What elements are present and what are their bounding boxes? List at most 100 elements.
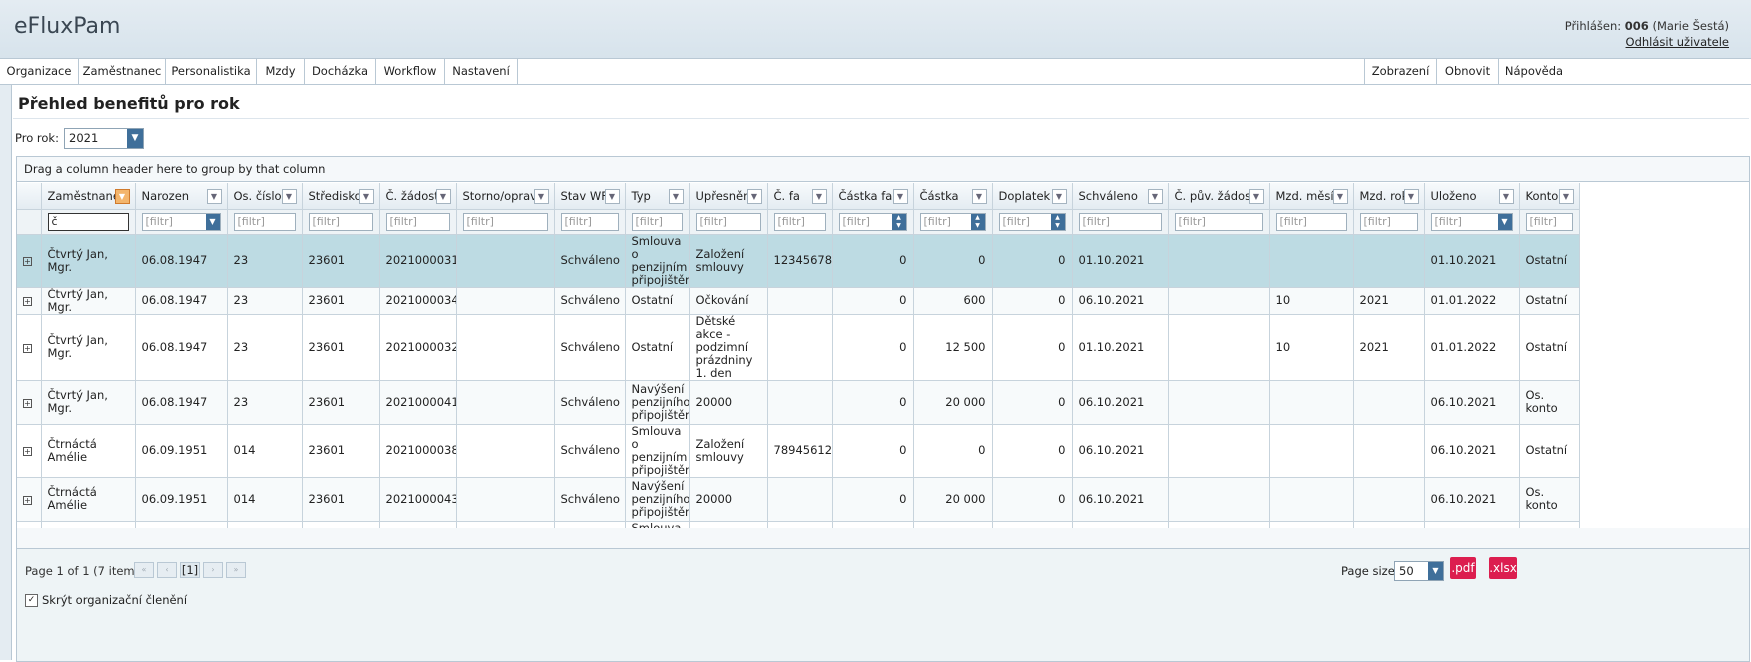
filter-input-c-zadosti[interactable]: [filtr] bbox=[385, 212, 450, 231]
column-header-storno-oprava[interactable]: Storno/oprava ▼ bbox=[456, 183, 555, 210]
sort-icon[interactable]: ▼ bbox=[281, 189, 297, 204]
sort-icon[interactable]: ▼ bbox=[1147, 189, 1163, 204]
menu-item-nastaveni[interactable]: Nastavení bbox=[445, 59, 518, 84]
sort-icon[interactable]: ▼ bbox=[1332, 189, 1348, 204]
expand-icon[interactable]: + bbox=[23, 398, 32, 408]
collapse-strip[interactable] bbox=[0, 85, 12, 660]
table-row[interactable]: + Čtrnáctá Amélie 06.09.1951 014 23601 202100… bbox=[17, 477, 1580, 522]
column-header-ulozeno[interactable]: Uloženo ▼ bbox=[1424, 183, 1520, 210]
year-select[interactable]: 2021 ▼ bbox=[64, 128, 144, 149]
sort-icon[interactable]: ▼ bbox=[1558, 189, 1574, 204]
table-row[interactable]: + Čtvrtý Jan, Mgr. 06.08.1947 23 23601 202100… bbox=[17, 380, 1580, 425]
sort-icon[interactable]: ▼ bbox=[206, 189, 222, 204]
chevron-down-icon[interactable]: ▼ bbox=[1497, 213, 1512, 230]
current-page[interactable]: [1] bbox=[180, 562, 200, 578]
last-page-icon[interactable]: » bbox=[226, 562, 246, 578]
filter-input-zamestnanec[interactable]: č bbox=[47, 212, 129, 231]
table-row[interactable]: + Čtrnáctá Amélie 06.09.1951 014 23601 202100… bbox=[17, 424, 1580, 478]
menu-item-organizace[interactable]: Organizace bbox=[0, 59, 79, 84]
first-page-icon[interactable]: « bbox=[134, 562, 154, 578]
filter-input-stav-wf[interactable]: [filtr] bbox=[560, 212, 619, 231]
sort-icon[interactable]: ▼ bbox=[971, 189, 987, 204]
menu-item-zobrazeni[interactable]: Zobrazení bbox=[1364, 59, 1436, 84]
spin-icon[interactable]: ▲ ▼ bbox=[1050, 213, 1065, 230]
sort-icon[interactable]: ▼ bbox=[811, 189, 827, 204]
table-row[interactable]: + Čtvrtý Jan, Mgr. 06.08.1947 23 23601 202100… bbox=[17, 234, 1580, 288]
next-page-icon[interactable]: › bbox=[203, 562, 223, 578]
sort-icon[interactable]: ▼ bbox=[1498, 189, 1514, 204]
menu-item-napoveda[interactable]: Nápověda bbox=[1498, 59, 1569, 84]
expand-icon[interactable]: + bbox=[23, 447, 32, 456]
export-pdf-button[interactable]: .pdf bbox=[1450, 557, 1476, 579]
filter-input-mzd-rok[interactable]: [filtr] bbox=[1359, 212, 1418, 231]
sort-icon[interactable]: ▼ bbox=[358, 189, 374, 204]
column-header-zamestnanec[interactable]: Zaměstnanec ▼ bbox=[41, 183, 136, 210]
filter-input-castka-fa[interactable]: [filtr] ▲ ▼ bbox=[838, 212, 907, 231]
chevron-down-icon[interactable]: ▼ bbox=[1428, 562, 1443, 580]
spin-icon[interactable]: ▲ ▼ bbox=[970, 213, 985, 230]
hide-org-checkbox[interactable]: ✓ bbox=[25, 594, 38, 607]
filter-input-konto[interactable]: [filtr] bbox=[1525, 212, 1573, 231]
expand-icon[interactable]: + bbox=[23, 257, 32, 266]
column-header-schvaleno[interactable]: Schváleno ▼ bbox=[1072, 183, 1169, 210]
filter-input-stredisko[interactable]: [filtr] bbox=[308, 212, 373, 231]
filter-input-c-puv-zadosti[interactable]: [filtr] bbox=[1174, 212, 1263, 231]
sort-icon[interactable]: ▼ bbox=[1051, 189, 1067, 204]
filter-input-narozen[interactable]: [filtr] ▼ bbox=[141, 212, 221, 231]
menu-item-obnovit[interactable]: Obnovit bbox=[1436, 59, 1498, 84]
prev-page-icon[interactable]: ‹ bbox=[157, 562, 177, 578]
filter-input-storno-oprava[interactable]: [filtr] bbox=[462, 212, 548, 231]
filter-input-upresneni[interactable]: [filtr] bbox=[695, 212, 761, 231]
column-header-castka[interactable]: Částka ▼ bbox=[913, 183, 993, 210]
export-xlsx-button[interactable]: .xlsx bbox=[1489, 557, 1517, 579]
menu-item-zamestnanec[interactable]: Zaměstnanec bbox=[79, 59, 166, 84]
column-header-castka-fa[interactable]: Částka fa ▼ bbox=[832, 183, 914, 210]
page-size-select[interactable]: 50 ▼ bbox=[1394, 561, 1444, 581]
column-header-doplatek[interactable]: Doplatek ▼ bbox=[992, 183, 1073, 210]
menu-item-mzdy[interactable]: Mzdy bbox=[257, 59, 305, 84]
filter-input-typ[interactable]: [filtr] bbox=[631, 212, 683, 231]
cell-narozen: 06.08.1947 bbox=[135, 287, 228, 315]
table-row[interactable]: + Čtvrtý Jan, Mgr. 06.08.1947 23 23601 202100… bbox=[17, 314, 1580, 381]
column-header-stredisko[interactable]: Středisko ▼ bbox=[302, 183, 380, 210]
column-header-typ[interactable]: Typ ▼ bbox=[625, 183, 690, 210]
column-header-narozen[interactable]: Narozen ▼ bbox=[135, 183, 228, 210]
sort-icon[interactable]: ▼ bbox=[1248, 189, 1264, 204]
sort-icon[interactable]: ▼ bbox=[1403, 189, 1419, 204]
group-panel[interactable]: Drag a column header here to group by th… bbox=[17, 157, 1749, 182]
chevron-down-icon[interactable]: ▼ bbox=[205, 213, 220, 230]
sort-icon[interactable]: ▼ bbox=[892, 189, 908, 204]
column-header-konto[interactable]: Konto ▼ bbox=[1519, 183, 1580, 210]
filter-input-doplatek[interactable]: [filtr] ▲ ▼ bbox=[998, 212, 1066, 231]
filter-input-os-cislo[interactable]: [filtr] bbox=[233, 212, 296, 231]
column-header-c-zadosti[interactable]: Č. žádosti ▼ bbox=[379, 183, 457, 210]
chevron-down-icon[interactable]: ▼ bbox=[127, 129, 143, 148]
sort-icon[interactable]: ▼ bbox=[604, 189, 620, 204]
column-header-c-fa[interactable]: Č. fa ▼ bbox=[767, 183, 833, 210]
column-header-stav-wf[interactable]: Stav WF ▼ bbox=[554, 183, 626, 210]
sort-icon[interactable]: ▼ bbox=[533, 189, 549, 204]
expand-icon[interactable]: + bbox=[23, 343, 32, 353]
filter-input-c-fa[interactable]: [filtr] bbox=[773, 212, 826, 231]
column-header-mzd-mesic[interactable]: Mzd. měsíc ▼ bbox=[1269, 183, 1354, 210]
table-row[interactable]: + Čtvrtý Jan, Mgr. 06.08.1947 23 23601 202100… bbox=[17, 287, 1580, 315]
sort-icon[interactable]: ▼ bbox=[114, 189, 130, 204]
column-header-upresneni[interactable]: Upřesnění ▼ bbox=[689, 183, 768, 210]
menu-item-workflow[interactable]: Workflow bbox=[376, 59, 445, 84]
menu-item-personalistika[interactable]: Personalistika bbox=[166, 59, 257, 84]
column-header-c-puv-zadosti[interactable]: Č. pův. žádosti ▼ bbox=[1168, 183, 1270, 210]
filter-input-castka[interactable]: [filtr] ▲ ▼ bbox=[919, 212, 986, 231]
expand-icon[interactable]: + bbox=[23, 495, 32, 505]
sort-icon[interactable]: ▼ bbox=[435, 189, 451, 204]
expand-icon[interactable]: + bbox=[23, 297, 32, 306]
filter-input-mzd-mesic[interactable]: [filtr] bbox=[1275, 212, 1347, 231]
logout-link[interactable]: Odhlásit uživatele bbox=[1565, 34, 1729, 50]
filter-input-schvaleno[interactable]: [filtr] bbox=[1078, 212, 1162, 231]
menu-item-dochazka[interactable]: Docházka bbox=[305, 59, 376, 84]
sort-icon[interactable]: ▼ bbox=[668, 189, 684, 204]
spin-icon[interactable]: ▲ ▼ bbox=[891, 213, 906, 230]
sort-icon[interactable]: ▼ bbox=[746, 189, 762, 204]
filter-input-ulozeno[interactable]: [filtr] ▼ bbox=[1430, 212, 1513, 231]
column-header-os-cislo[interactable]: Os. číslo ▼ bbox=[227, 183, 303, 210]
column-header-mzd-rok[interactable]: Mzd. rok ▼ bbox=[1353, 183, 1425, 210]
